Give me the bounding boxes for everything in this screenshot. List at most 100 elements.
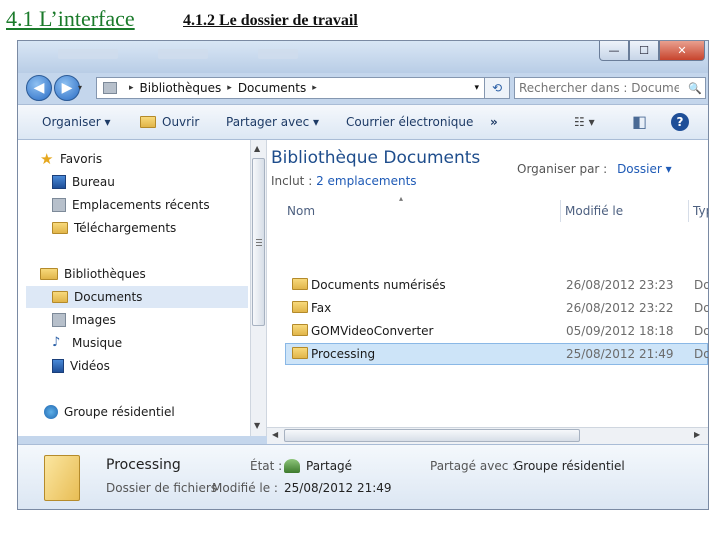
sidebar-item-telechargements[interactable]: Téléchargements [52, 217, 176, 239]
open-button[interactable]: Ouvrir [140, 115, 199, 129]
file-modified: 05/09/2012 18:18 [566, 324, 674, 338]
preview-pane-button[interactable]: ◧ [632, 112, 647, 131]
sidebar-item-videos[interactable]: Vidéos [52, 355, 110, 377]
file-name: Processing [311, 347, 376, 361]
folder-icon [292, 324, 308, 336]
homegroup-icon [44, 405, 58, 419]
folder-icon [292, 347, 308, 359]
breadcrumb-bibliotheques[interactable]: Bibliothèques [140, 81, 222, 95]
file-list-horizontal-scrollbar[interactable]: ◀ ▶ [267, 427, 708, 444]
library-includes: Inclut : 2 emplacements [271, 174, 417, 188]
view-options-button[interactable]: ☷ ▾ [574, 115, 595, 129]
scroll-left-arrow-icon[interactable]: ◀ [272, 430, 278, 439]
documents-library-icon [52, 291, 68, 303]
sidebar-item-bureau[interactable]: Bureau [52, 171, 115, 193]
sidebar-libraries[interactable]: Bibliothèques [40, 263, 146, 285]
search-icon[interactable]: 🔍 [688, 82, 702, 95]
column-header-modified[interactable]: Modifié le [561, 200, 689, 222]
recent-pages-dropdown[interactable]: ▾ [78, 83, 82, 92]
sidebar-item-documents[interactable]: Documents [26, 286, 248, 308]
sidebar-item-musique[interactable]: ♪ Musique [52, 332, 122, 354]
organize-menu-button[interactable]: Organiser ▾ [42, 115, 110, 129]
sidebar-item-label: Images [72, 313, 116, 327]
details-state-text: Partagé [306, 459, 353, 473]
more-commands-button[interactable]: » [490, 115, 498, 129]
sidebar-item-label: Musique [72, 336, 123, 350]
email-button[interactable]: Courrier électronique [346, 115, 473, 129]
file-list-pane: Bibliothèque Documents Inclut : 2 emplac… [267, 140, 708, 436]
search-input[interactable] [519, 81, 679, 95]
search-box[interactable]: 🔍 [514, 77, 706, 99]
back-button[interactable]: ◀ [26, 75, 52, 101]
address-dropdown-icon[interactable]: ▾ [474, 83, 479, 93]
column-header-name[interactable]: Nom [283, 200, 561, 222]
sidebar-homegroup-label: Groupe résidentiel [64, 405, 175, 419]
sidebar-favorites[interactable]: ★ Favoris [40, 148, 102, 170]
maximize-button[interactable]: ☐ [629, 41, 659, 61]
details-modified-value: 25/08/2012 21:49 [284, 481, 392, 495]
arrange-by-label: Organiser par : [517, 162, 608, 176]
minimize-button[interactable]: — [599, 41, 629, 61]
library-title: Bibliothèque Documents [271, 148, 481, 168]
close-button[interactable]: ✕ [659, 41, 705, 61]
file-modified: 25/08/2012 21:49 [566, 347, 674, 361]
explorer-window: — ☐ ✕ ◀ ▶ ▾ ▸ Bibliothèques ▸ Documents … [17, 40, 709, 510]
file-name: Documents numérisés [311, 278, 446, 292]
breadcrumb-separator[interactable]: ▸ [227, 83, 232, 93]
help-button[interactable]: ? [671, 113, 689, 131]
details-shared-label: Partagé avec : [430, 459, 517, 473]
breadcrumb-documents[interactable]: Documents [238, 81, 306, 95]
title-bar[interactable]: — ☐ ✕ [18, 41, 708, 73]
grip-icon [256, 239, 262, 240]
breadcrumb-separator[interactable]: ▸ [129, 83, 134, 93]
table-row[interactable]: Fax 26/08/2012 23:22 Doss [267, 297, 708, 319]
column-header-type[interactable]: Type [689, 200, 708, 222]
music-library-icon: ♪ [52, 335, 61, 350]
sidebar-favorites-label: Favoris [60, 152, 103, 166]
refresh-button[interactable]: ⟲ [484, 77, 510, 99]
title-bar-blur [58, 49, 118, 59]
sidebar-item-label: Emplacements récents [72, 198, 210, 212]
recent-places-icon [52, 198, 66, 212]
arrange-by-dropdown[interactable]: Dossier ▾ [617, 162, 672, 176]
details-item-name: Processing [106, 457, 181, 473]
sidebar-homegroup[interactable]: Groupe résidentiel [44, 401, 175, 423]
details-pane: Processing Dossier de fichiers État : Pa… [18, 444, 708, 509]
includes-locations-link[interactable]: 2 emplacements [316, 174, 416, 188]
file-type: Doss [694, 301, 708, 315]
title-bar-blur [158, 49, 208, 59]
sidebar-item-label: Téléchargements [74, 221, 177, 235]
scroll-right-arrow-icon[interactable]: ▶ [694, 430, 700, 439]
scrollbar-thumb[interactable] [252, 158, 265, 326]
table-row[interactable]: Processing 25/08/2012 21:49 Doss [285, 343, 708, 365]
open-folder-icon [140, 116, 156, 128]
sidebar-item-emplacements-recents[interactable]: Emplacements récents [52, 194, 210, 216]
navigation-bar: ◀ ▶ ▾ ▸ Bibliothèques ▸ Documents ▸ ▾ ⟲ … [18, 73, 708, 103]
breadcrumb-separator[interactable]: ▸ [312, 83, 317, 93]
scrollbar-thumb[interactable] [284, 429, 580, 442]
details-item-kind: Dossier de fichiers [106, 481, 218, 495]
slide-title: 4.1 L’interface [6, 6, 135, 31]
grip-icon [256, 242, 262, 243]
libraries-icon [40, 268, 58, 280]
table-row[interactable]: Documents numérisés 26/08/2012 23:23 Dos… [267, 274, 708, 296]
file-modified: 26/08/2012 23:23 [566, 278, 674, 292]
includes-label: Inclut : [271, 174, 313, 188]
scroll-down-arrow-icon[interactable]: ▼ [254, 421, 260, 430]
forward-button[interactable]: ▶ [54, 75, 80, 101]
sidebar-libraries-label: Bibliothèques [64, 267, 146, 281]
file-type: Doss [694, 278, 708, 292]
open-button-label: Ouvrir [162, 115, 200, 129]
sidebar-item-images[interactable]: Images [52, 309, 116, 331]
navigation-pane: ★ Favoris Bureau Emplacements récents Té… [18, 140, 250, 436]
scroll-up-arrow-icon[interactable]: ▲ [254, 144, 260, 153]
navigation-pane-scrollbar[interactable]: ▲ ▼ [250, 140, 267, 436]
address-bar[interactable]: ▸ Bibliothèques ▸ Documents ▸ ▾ [96, 77, 510, 99]
downloads-folder-icon [52, 222, 68, 234]
share-with-menu-button[interactable]: Partager avec ▾ [226, 115, 319, 129]
details-modified-label: Modifié le : [212, 481, 278, 495]
table-row[interactable]: GOMVideoConverter 05/09/2012 18:18 Doss [267, 320, 708, 342]
file-type: Doss [694, 324, 708, 338]
command-bar: Organiser ▾ Ouvrir Partager avec ▾ Courr… [18, 104, 708, 140]
pictures-library-icon [52, 313, 66, 327]
